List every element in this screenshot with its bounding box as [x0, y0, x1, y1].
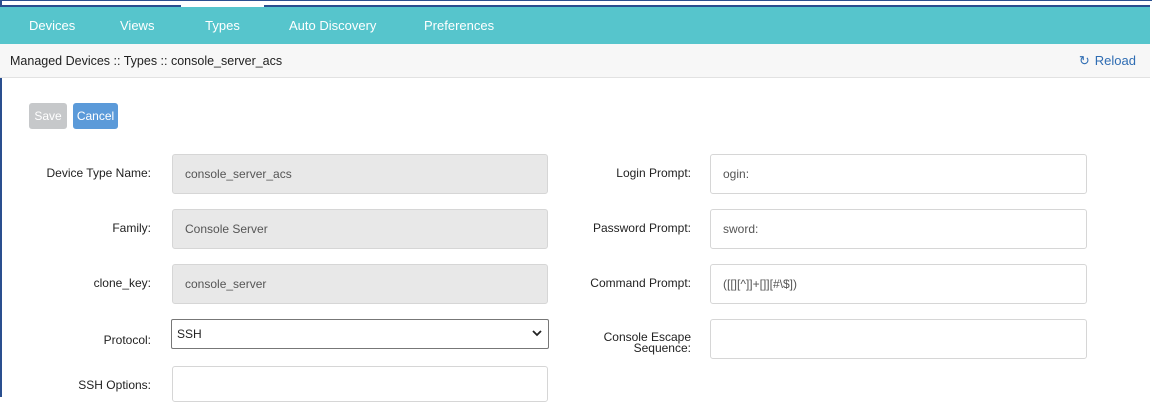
- password-prompt-label: Password Prompt:: [592, 221, 691, 235]
- reload-button[interactable]: ↻ Reload: [1079, 44, 1136, 78]
- console-escape-field[interactable]: [710, 319, 1087, 359]
- tab-views[interactable]: Views: [108, 7, 166, 44]
- protocol-value: SSH: [177, 327, 202, 341]
- password-prompt-field[interactable]: sword:: [710, 209, 1087, 249]
- login-prompt-field[interactable]: ogin:: [710, 154, 1087, 194]
- family-label: Family:: [112, 221, 151, 235]
- device-type-name-label: Device Type Name:: [46, 166, 152, 180]
- chevron-down-icon: [532, 330, 542, 337]
- cancel-button[interactable]: Cancel: [73, 103, 118, 129]
- refresh-icon: ↻: [1078, 53, 1090, 68]
- protocol-label: Protocol:: [103, 333, 151, 347]
- command-prompt-field[interactable]: ([[][^]]+[]][#\$]): [710, 264, 1087, 304]
- tab-preferences[interactable]: Preferences: [412, 7, 506, 44]
- tab-devices[interactable]: Devices: [17, 7, 87, 44]
- console-escape-label: Console Escape Sequence:: [560, 331, 691, 355]
- breadcrumb: Managed Devices :: Types :: console_serv…: [10, 54, 283, 68]
- tab-auto-discovery[interactable]: Auto Discovery: [277, 7, 388, 44]
- device-type-name-field[interactable]: console_server_acs: [172, 154, 548, 194]
- ssh-options-label: SSH Options:: [78, 378, 151, 392]
- breadcrumb-bar: Managed Devices :: Types :: console_serv…: [0, 44, 1150, 78]
- family-field[interactable]: Console Server: [172, 209, 548, 249]
- top-nav: Devices Views Types Auto Discovery Prefe…: [0, 3, 1150, 44]
- reload-label: Reload: [1094, 53, 1136, 68]
- save-button[interactable]: Save: [29, 103, 67, 129]
- clone-key-label: clone_key:: [93, 276, 151, 290]
- login-prompt-label: Login Prompt:: [616, 166, 691, 180]
- clone-key-field[interactable]: console_server: [172, 264, 548, 304]
- console-escape-label-line2: Sequence:: [633, 341, 691, 355]
- command-prompt-label: Command Prompt:: [590, 276, 691, 290]
- protocol-select[interactable]: SSH: [171, 319, 549, 349]
- tab-types[interactable]: Types: [181, 3, 264, 44]
